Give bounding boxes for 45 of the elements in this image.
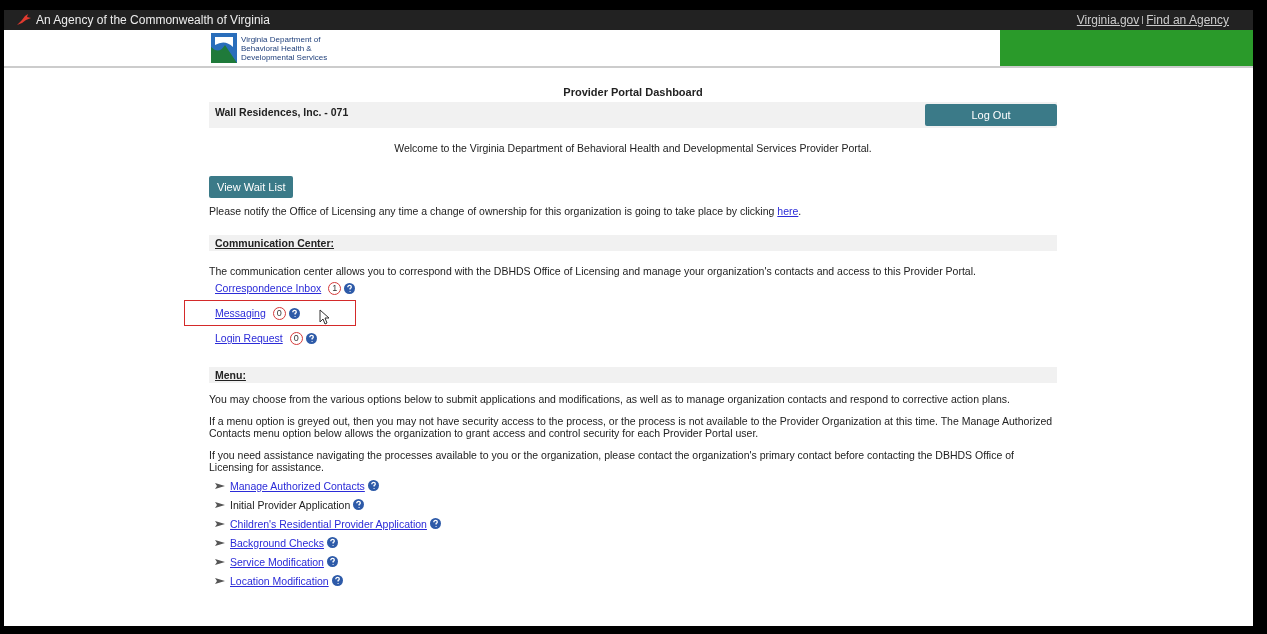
notice-text: Please notify the Office of Licensing any time a change of ownership for this organization is going to take place by clicking here. <box>209 205 803 217</box>
section-heading: Menu: <box>209 367 1057 383</box>
cursor-icon <box>318 309 330 325</box>
bird-icon <box>16 14 32 26</box>
header-link[interactable]: Find an Agency <box>1146 13 1229 27</box>
arrow-icon <box>215 558 225 565</box>
arrow-icon <box>215 539 225 546</box>
arrow-icon <box>215 501 225 508</box>
help-icon[interactable] <box>326 556 338 567</box>
menu-link[interactable]: Children's Residential Provider Application <box>230 517 427 530</box>
logo-text: Virginia Department of <box>241 34 322 44</box>
paragraph: You may choose from the various options below to submit applications and modifications, as well as to manage organization contacts and respond to corrective action plans. <box>209 393 1011 405</box>
welcome-text: Welcome to the Virginia Department of Behavioral Health and Developmental Services Provider Portal. <box>393 142 873 154</box>
arrow-icon <box>215 577 225 584</box>
logo-icon <box>211 33 237 63</box>
arrow-icon <box>215 520 225 527</box>
menu-link[interactable]: Service Modification <box>230 555 324 568</box>
menu-link[interactable]: Background Checks <box>230 536 324 549</box>
logo-text: Behavioral Health & <box>241 43 313 53</box>
help-icon[interactable] <box>344 282 356 294</box>
communication-link[interactable]: Login Request <box>215 332 283 344</box>
help-icon[interactable] <box>326 537 338 548</box>
logout-button[interactable]: Log Out <box>925 104 1057 126</box>
help-icon[interactable] <box>331 575 343 586</box>
help-icon[interactable] <box>305 332 317 344</box>
agency-title: An Agency of the Commonwealth of Virginia <box>36 13 270 27</box>
menu-link[interactable]: Manage Authorized Contacts <box>230 479 365 492</box>
help-icon[interactable] <box>429 518 441 529</box>
paragraph: If you need assistance navigating the processes available to you or the organization, please contact the organization's primary contact before contacting the DBHDS Office of Licensing for assistance. <box>209 449 1015 473</box>
communication-link[interactable]: Messaging <box>215 307 266 319</box>
help-icon[interactable] <box>353 499 365 510</box>
help-icon[interactable] <box>367 480 379 491</box>
header-link[interactable]: Virginia.gov <box>1076 13 1140 27</box>
paragraph: If a menu option is greyed out, then you may not have security access to the process, or the process is not available to the Provider Organization at this time. The Manage Authorized Contacts menu option below allows the organization to grant access and control security for each Provider Portal user. <box>209 415 1054 439</box>
organization-name: Wall Residences, Inc. - 071 <box>214 105 350 120</box>
page-title: Provider Portal Dashboard <box>562 86 704 98</box>
paragraph: The communication center allows you to correspond with the DBHDS Office of Licensing and manage your organization's contacts and access to this Provider Portal. <box>209 265 977 277</box>
menu-option-text: Initial Provider Application <box>230 498 351 511</box>
communication-link[interactable]: Correspondence Inbox <box>215 282 322 294</box>
help-icon[interactable] <box>288 307 300 319</box>
arrow-icon <box>215 482 225 489</box>
view-wait-list-button[interactable]: View Wait List <box>209 176 294 198</box>
logo-text: Developmental Services <box>241 52 328 62</box>
menu-link[interactable]: Location Modification <box>230 574 329 587</box>
section-heading: Communication Center: <box>209 235 1057 251</box>
